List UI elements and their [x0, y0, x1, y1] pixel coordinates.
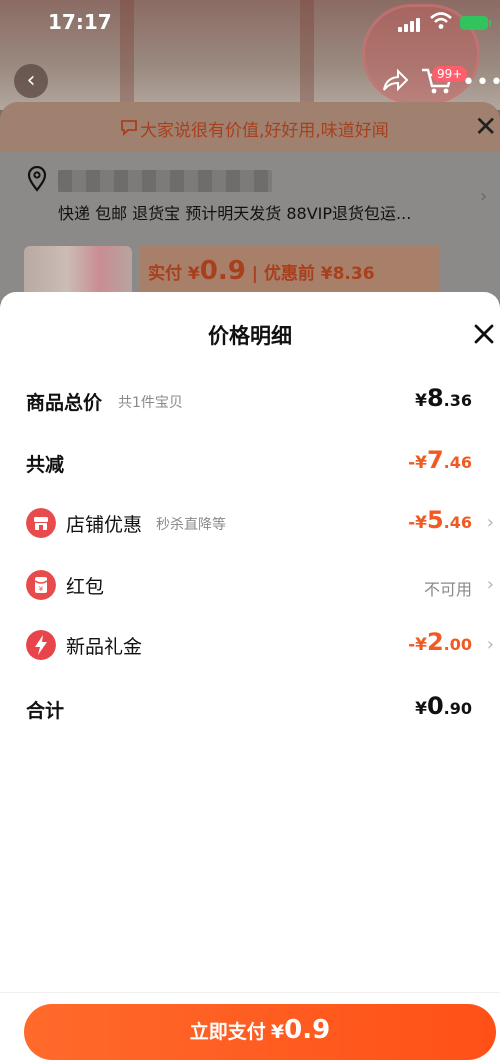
row-value-int: 5 [426, 506, 444, 534]
signal-icon [398, 16, 424, 32]
row-value: ¥8.36 [415, 384, 472, 412]
promo-banner: 大家说很有价值,好好用,味道好闻 ✕ [0, 102, 500, 152]
row-value-currency: -¥ [408, 453, 427, 473]
order-sheet-dimmed: 大家说很有价值,好好用,味道好闻 ✕ › 快递 包邮 退货宝 预计明天发货 88… [0, 102, 500, 302]
pay-button-currency: ¥ [270, 1021, 285, 1043]
row-value-dec: .46 [443, 453, 472, 472]
svg-text:¥: ¥ [39, 585, 44, 593]
row-grand-total: 合计 ¥0.90 [26, 692, 496, 728]
row-note: 不可用 [423, 580, 472, 599]
row-value-currency: ¥ [415, 391, 427, 411]
address-blurred[interactable] [58, 170, 272, 192]
chevron-right-icon: › [486, 634, 494, 655]
row-total-goods: 商品总价 共1件宝贝 ¥8.36 [26, 384, 496, 420]
row-value: ¥0.90 [415, 692, 472, 720]
row-sub: 共1件宝贝 [118, 395, 183, 411]
row-value-dec: .36 [443, 391, 472, 410]
row-value-dec: .90 [443, 699, 472, 718]
lightning-icon [26, 630, 56, 660]
row-value-int: 2 [426, 628, 444, 656]
row-label: 红包 [66, 576, 105, 598]
row-value-dec: .46 [443, 513, 472, 532]
share-icon[interactable] [380, 66, 410, 96]
row-value-int: 7 [426, 446, 444, 474]
delivery-info: 快递 包邮 退货宝 预计明天发货 88VIP退货包运... [58, 204, 412, 223]
close-icon[interactable]: ✕ [474, 110, 497, 143]
row-new-product-gift[interactable]: 新品礼金 -¥2.00 › [26, 628, 496, 664]
pay-before: | 优惠前 ¥8.36 [251, 264, 375, 284]
chevron-right-icon: › [486, 512, 494, 533]
row-value-int: 0 [426, 692, 444, 720]
row-sub: 秒杀直降等 [156, 517, 226, 533]
footer-divider [0, 992, 500, 993]
chat-bubble-icon [121, 120, 137, 136]
pay-button-amount: 0.9 [284, 1015, 331, 1045]
location-icon [27, 166, 47, 192]
shop-icon [26, 508, 56, 538]
row-label: 商品总价 [26, 392, 103, 414]
row-value: -¥7.46 [408, 446, 472, 474]
row-value-int: 8 [426, 384, 444, 412]
back-button[interactable]: ‹ [14, 64, 48, 98]
chevron-right-icon: › [480, 186, 488, 207]
pay-real-label: 实付 ¥ [148, 264, 200, 284]
pay-real: 实付 ¥0.9 | 优惠前 ¥8.36 [148, 256, 375, 286]
promo-text: 大家说很有价值,好好用,味道好闻 [140, 121, 389, 141]
row-value-currency: -¥ [408, 635, 427, 655]
pay-button-label: 立即支付 [189, 1021, 266, 1043]
pay-now-button[interactable]: 立即支付 ¥0.9 [24, 1004, 496, 1060]
row-label: 店铺优惠 [66, 514, 143, 536]
more-icon[interactable]: ••• [462, 70, 500, 95]
row-value-currency: -¥ [408, 513, 427, 533]
status-bar: 17:17 [0, 0, 500, 46]
row-shop-discount[interactable]: 店铺优惠 秒杀直降等 -¥5.46 › [26, 506, 496, 542]
pay-real-amount: 0.9 [199, 256, 246, 286]
price-detail-sheet: 价格明细 商品总价 共1件宝贝 ¥8.36 共减 -¥7.46 店铺优惠 秒杀直… [0, 292, 500, 1064]
row-value-currency: ¥ [415, 699, 427, 719]
battery-icon [460, 16, 491, 30]
sheet-title: 价格明细 [208, 324, 292, 348]
row-total-discount: 共减 -¥7.46 [26, 446, 496, 482]
row-label: 合计 [26, 700, 65, 722]
wifi-icon [430, 12, 452, 29]
row-value: -¥2.00 [408, 628, 472, 656]
row-label: 共减 [26, 454, 65, 476]
row-red-packet[interactable]: ¥ 红包 不可用 › [26, 568, 496, 604]
row-value: -¥5.46 [408, 506, 472, 534]
red-packet-icon: ¥ [26, 570, 56, 600]
status-time: 17:17 [48, 10, 112, 34]
close-icon[interactable] [470, 320, 500, 350]
row-value-dec: .00 [443, 635, 472, 654]
row-label: 新品礼金 [66, 636, 143, 658]
chevron-right-icon: › [486, 574, 494, 595]
